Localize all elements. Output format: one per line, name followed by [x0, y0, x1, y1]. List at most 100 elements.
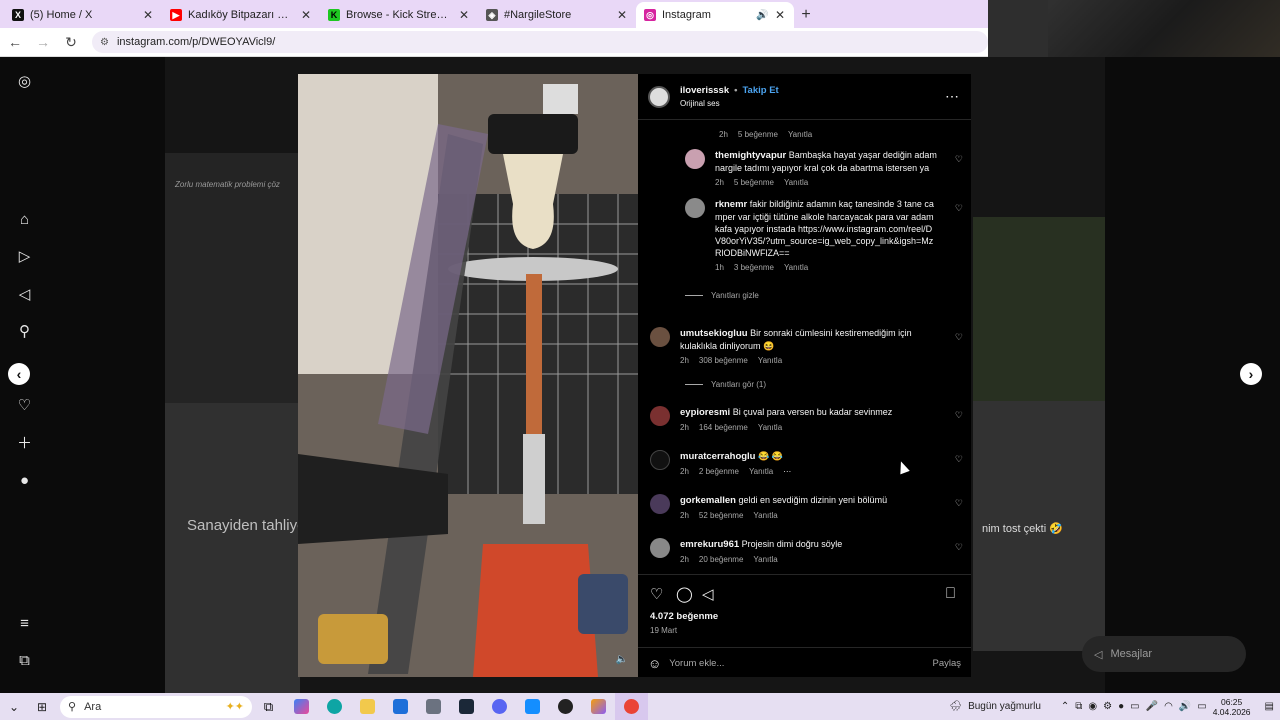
tray-icon[interactable]: ⚙: [1103, 701, 1112, 712]
menu-icon[interactable]: ≡: [16, 615, 33, 632]
hide-replies-toggle[interactable]: Yanıtları gizle: [685, 291, 759, 300]
clock[interactable]: 06:25 4.04.2026: [1213, 697, 1251, 717]
steam-app[interactable]: [450, 693, 483, 720]
like-comment-icon[interactable]: ♡: [955, 203, 963, 214]
file-explorer-app[interactable]: [351, 693, 384, 720]
reload-icon[interactable]: ↻: [64, 34, 78, 51]
like-comment-icon[interactable]: ♡: [955, 454, 963, 465]
comment-likes[interactable]: 2 beğenme: [699, 467, 739, 476]
post-video[interactable]: 🔈: [298, 74, 638, 677]
emoji-icon[interactable]: ☺: [648, 656, 661, 671]
new-tab-button[interactable]: +: [794, 2, 818, 28]
home-icon[interactable]: ⌂: [16, 211, 33, 228]
tab-instagram[interactable]: ◎ Instagram 🔊 ✕: [636, 2, 794, 28]
comment-likes[interactable]: 52 beğenme: [699, 511, 743, 520]
like-comment-icon[interactable]: ♡: [955, 498, 963, 509]
reply-button[interactable]: Yanıtla: [784, 263, 808, 272]
like-comment-icon[interactable]: ♡: [955, 542, 963, 553]
profile-icon[interactable]: ●: [16, 472, 33, 489]
reels-icon[interactable]: ▷: [16, 248, 33, 265]
reply-button[interactable]: Yanıtla: [758, 356, 782, 365]
commenter-avatar[interactable]: [650, 450, 670, 470]
discord-app[interactable]: [483, 693, 516, 720]
messages-button[interactable]: ◁ Mesajlar: [1082, 636, 1246, 672]
comment-likes[interactable]: 20 beğenme: [699, 555, 743, 564]
weather-label[interactable]: Bugün yağmurlu: [968, 701, 1041, 712]
start-button[interactable]: ⊞: [28, 693, 56, 720]
more-options-icon[interactable]: ⋯: [945, 88, 959, 105]
speaker-icon[interactable]: 🔊: [756, 10, 768, 21]
app-icon[interactable]: [549, 693, 582, 720]
task-view-button[interactable]: ⧉: [252, 693, 285, 720]
chevron-down-icon[interactable]: ⌄: [0, 693, 28, 720]
bookmark-icon[interactable]: ⎕: [946, 585, 955, 602]
tray-icon[interactable]: ⧉: [1075, 701, 1082, 712]
like-icon[interactable]: ♡: [650, 585, 663, 603]
url-field[interactable]: ⚙ instagram.com/p/DWEOYAVicl9/: [92, 31, 988, 53]
tray-icon[interactable]: ▭: [1130, 701, 1139, 712]
likes-count[interactable]: 4.072 beğenme: [650, 611, 718, 622]
battlenet-app[interactable]: [516, 693, 549, 720]
tab-kick[interactable]: K Browse - Kick Streaming ✕: [320, 2, 478, 28]
messenger-icon[interactable]: ◁: [16, 286, 33, 303]
store-app[interactable]: [417, 693, 450, 720]
copilot-app[interactable]: [285, 693, 318, 720]
reply-button[interactable]: Yanıtla: [758, 423, 782, 432]
author-avatar[interactable]: [648, 85, 670, 108]
search-icon[interactable]: ⚲: [16, 323, 33, 340]
app-icon[interactable]: [582, 693, 615, 720]
reply-button[interactable]: Yanıtla: [749, 467, 773, 476]
comment-input[interactable]: Yorum ekle...: [669, 658, 924, 669]
wifi-icon[interactable]: ◠: [1164, 701, 1173, 712]
close-icon[interactable]: ✕: [616, 8, 628, 22]
comment-likes[interactable]: 5 beğenme: [738, 130, 778, 139]
tab-nargilestore[interactable]: ◈ #NargileStore ✕: [478, 2, 636, 28]
follow-button[interactable]: Takip Et: [742, 85, 778, 96]
outlook-app[interactable]: [384, 693, 417, 720]
chevron-up-icon[interactable]: ⌃: [1061, 701, 1069, 712]
reply-button[interactable]: Yanıtla: [788, 130, 812, 139]
commenter-avatar[interactable]: [685, 149, 705, 169]
chrome-app[interactable]: [615, 693, 648, 720]
back-icon[interactable]: ←: [8, 34, 22, 50]
volume-icon[interactable]: 🔊: [1179, 701, 1191, 712]
site-info-icon[interactable]: ⚙: [100, 37, 109, 48]
prev-post-button[interactable]: ‹: [8, 363, 30, 385]
like-comment-icon[interactable]: ♡: [955, 154, 963, 165]
comment-likes[interactable]: 3 beğenme: [734, 263, 774, 272]
commenter-username[interactable]: themightyvapur: [715, 150, 786, 161]
notifications-icon[interactable]: ♡: [16, 397, 33, 414]
comment-likes[interactable]: 308 beğenme: [699, 356, 748, 365]
commenter-username[interactable]: umutsekiogluu: [680, 328, 748, 339]
comment-icon[interactable]: ◯: [676, 585, 693, 603]
next-post-button[interactable]: ›: [1240, 363, 1262, 385]
share-icon[interactable]: ◁: [702, 585, 714, 603]
notifications-icon[interactable]: ▤: [1265, 701, 1274, 712]
commenter-avatar[interactable]: [650, 494, 670, 514]
see-replies-toggle[interactable]: Yanıtları gör (1): [685, 380, 766, 389]
author-username[interactable]: iloverisssk: [680, 85, 729, 96]
mute-icon[interactable]: 🔈: [616, 654, 628, 665]
taskbar-search[interactable]: ⚲ Ara ✦✦: [60, 695, 252, 718]
microphone-icon[interactable]: 🎤: [1146, 701, 1158, 712]
commenter-username[interactable]: muratcerrahoglu: [680, 451, 756, 462]
meta-icon[interactable]: ⧉: [16, 652, 33, 669]
battery-icon[interactable]: ▭: [1197, 701, 1206, 712]
commenter-username[interactable]: emrekuru961: [680, 539, 739, 550]
comment-likes[interactable]: 5 beğenme: [734, 178, 774, 187]
reply-button[interactable]: Yanıtla: [784, 178, 808, 187]
close-icon[interactable]: ✕: [300, 8, 312, 22]
reply-button[interactable]: Yanıtla: [753, 555, 777, 564]
like-comment-icon[interactable]: ♡: [955, 410, 963, 421]
tray-icon[interactable]: ●: [1118, 701, 1124, 712]
forward-icon[interactable]: →: [36, 34, 50, 50]
tab-youtube[interactable]: ▶ Kadıköy Bitpazarı #günceltezgâh ✕: [162, 2, 320, 28]
commenter-avatar[interactable]: [650, 406, 670, 426]
commenter-avatar[interactable]: [685, 198, 705, 218]
audio-label[interactable]: Orijinal ses: [680, 99, 779, 108]
edge-app[interactable]: [318, 693, 351, 720]
commenter-username[interactable]: gorkemallen: [680, 495, 736, 506]
reply-button[interactable]: Yanıtla: [753, 511, 777, 520]
tab-x[interactable]: X (5) Home / X ✕: [4, 2, 162, 28]
commenter-avatar[interactable]: [650, 327, 670, 347]
